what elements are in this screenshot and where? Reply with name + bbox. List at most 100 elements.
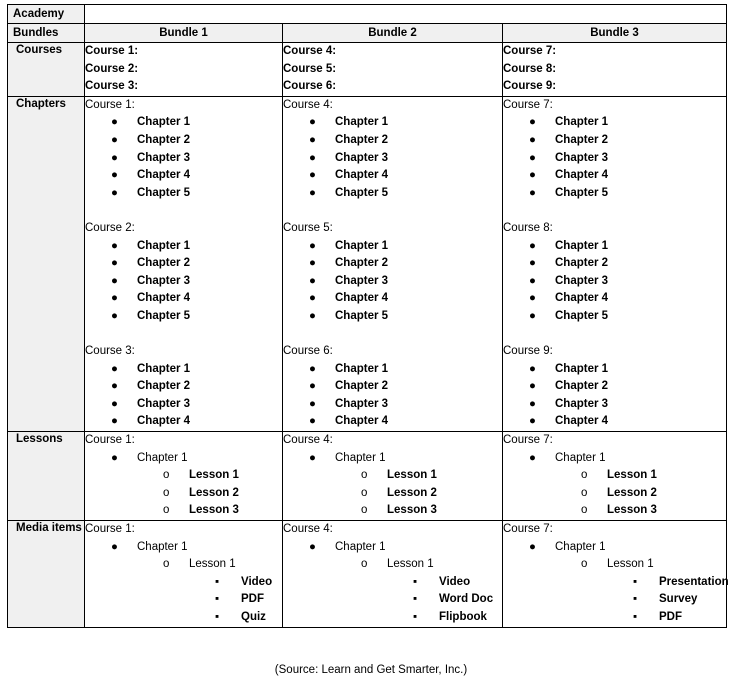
bullet-square-icon: ▪ bbox=[215, 575, 220, 588]
media-item: ▪ Survey bbox=[503, 591, 726, 609]
chapter-item-text: Chapter 5 bbox=[137, 186, 191, 199]
bullet-disc-icon: ● bbox=[309, 362, 316, 375]
course-item-text: Course 7: bbox=[503, 98, 553, 111]
lesson-item: o Lesson 3 bbox=[85, 502, 282, 520]
chapter-item: ● Chapter 1 bbox=[85, 450, 282, 468]
lesson-item-text: Lesson 2 bbox=[607, 486, 657, 499]
course-item: Course 7: bbox=[503, 521, 726, 539]
course-item: Course 4: bbox=[283, 521, 502, 539]
chapter-item: ● Chapter 5 bbox=[503, 308, 726, 326]
chapter-item-text: Chapter 4 bbox=[137, 169, 191, 182]
chapter-item: ● Chapter 3 bbox=[503, 273, 726, 291]
academy-blank-cell bbox=[83, 4, 728, 24]
bullet-disc-icon: ● bbox=[111, 309, 118, 322]
course-item: Course 4: bbox=[283, 43, 502, 61]
bullet-circle-icon: o bbox=[361, 469, 368, 482]
media-item-text: Survey bbox=[659, 593, 698, 606]
bullet-disc-icon: ● bbox=[309, 257, 316, 270]
course-item-text: Course 4: bbox=[283, 434, 333, 447]
media-list-bundle-1: Course 1: ● Chapter 1 o Lesson 1 ▪ Video ▪ PDF ▪ Q… bbox=[85, 521, 282, 627]
chapter-item: ● Chapter 5 bbox=[503, 185, 726, 203]
chapter-item-text: Chapter 5 bbox=[335, 186, 389, 199]
course-item-text: Course 1: bbox=[85, 98, 135, 111]
bullet-square-icon: ▪ bbox=[413, 593, 418, 606]
chapter-item: ● Chapter 1 bbox=[85, 539, 282, 557]
lesson-item-text: Lesson 2 bbox=[387, 486, 437, 499]
chapter-item-text: Chapter 1 bbox=[555, 540, 606, 553]
lesson-item: o Lesson 1 bbox=[85, 556, 282, 574]
chapter-item-text: Chapter 2 bbox=[335, 257, 389, 270]
courses-list-bundle-3: Course 7: Course 8: Course 9: bbox=[503, 43, 726, 96]
academy-structure-table: Academy Bundles Bundle 1 Bundle 2 Bundle… bbox=[7, 4, 729, 628]
chapter-item: ● Chapter 4 bbox=[283, 167, 502, 185]
chapter-item: ● Chapter 4 bbox=[85, 413, 282, 431]
media-item-text: Word Doc bbox=[439, 593, 494, 606]
chapter-item-text: Chapter 4 bbox=[555, 292, 609, 305]
chapter-item: ● Chapter 1 bbox=[283, 450, 502, 468]
course-item-text: Course 8: bbox=[503, 62, 557, 75]
courses-cell-bundle-1: Course 1: Course 2: Course 3: bbox=[84, 42, 283, 97]
chapter-item: ● Chapter 2 bbox=[283, 255, 502, 273]
bullet-disc-icon: ● bbox=[309, 540, 316, 553]
course-item: Course 1: bbox=[85, 432, 282, 450]
course-item: Course 8: bbox=[503, 61, 726, 79]
lesson-item-text: Lesson 1 bbox=[189, 469, 239, 482]
media-item: ▪ Presentation bbox=[503, 574, 729, 592]
lesson-item: o Lesson 2 bbox=[85, 485, 282, 503]
bullet-circle-icon: o bbox=[361, 504, 368, 517]
table-row-chapters: Chapters Course 1: ● Chapter 1 ● Chapter 2 ● C… bbox=[7, 95, 728, 433]
row-label-chapters-cell: Chapters bbox=[7, 95, 85, 433]
bullet-square-icon: ▪ bbox=[215, 611, 220, 623]
bullet-disc-icon: ● bbox=[111, 116, 118, 129]
lesson-item: o Lesson 1 bbox=[503, 467, 726, 485]
course-item-text: Course 4: bbox=[283, 523, 333, 536]
chapter-item-text: Chapter 2 bbox=[335, 133, 389, 146]
course-item: Course 4: bbox=[283, 432, 502, 450]
bullet-disc-icon: ● bbox=[111, 169, 118, 182]
bullet-circle-icon: o bbox=[163, 469, 170, 482]
chapter-item-text: Chapter 2 bbox=[555, 257, 609, 270]
bullet-disc-icon: ● bbox=[309, 292, 316, 305]
row-label-lessons-cell: Lessons bbox=[7, 431, 85, 522]
chapter-item-text: Chapter 1 bbox=[137, 239, 191, 252]
media-item-text: Quiz bbox=[241, 611, 266, 623]
lesson-item: o Lesson 3 bbox=[503, 502, 726, 520]
bullet-square-icon: ▪ bbox=[413, 575, 418, 588]
chapter-item: ● Chapter 2 bbox=[503, 255, 726, 273]
chapter-item: ● Chapter 4 bbox=[503, 290, 726, 308]
chapter-item-text: Chapter 2 bbox=[137, 133, 191, 146]
bundles-label: Bundles bbox=[13, 27, 59, 39]
lesson-item-text: Lesson 1 bbox=[387, 558, 434, 571]
bullet-disc-icon: ● bbox=[529, 133, 536, 146]
row-label-courses: Courses bbox=[16, 44, 63, 56]
chapters-cell-bundle-3: Course 7: ● Chapter 1 ● Chapter 2 ● Chapter 3 ●… bbox=[501, 95, 728, 433]
course-item-text: Course 1: bbox=[85, 45, 139, 57]
course-item: Course 8: bbox=[503, 220, 726, 238]
page-root: Academy Bundles Bundle 1 Bundle 2 Bundle… bbox=[0, 0, 742, 682]
media-item-text: PDF bbox=[241, 593, 264, 606]
bullet-disc-icon: ● bbox=[529, 169, 536, 182]
bullet-disc-icon: ● bbox=[111, 292, 118, 305]
bullet-disc-icon: ● bbox=[309, 415, 316, 428]
bullet-square-icon: ▪ bbox=[413, 611, 418, 623]
media-cell-bundle-2: Course 4: ● Chapter 1 o Lesson 1 ▪ Video ▪ Word … bbox=[282, 520, 503, 628]
course-item-text: Course 7: bbox=[503, 523, 553, 536]
course-item: Course 2: bbox=[85, 220, 282, 238]
media-item: ▪ PDF bbox=[85, 591, 282, 609]
chapter-item-text: Chapter 5 bbox=[555, 309, 609, 322]
chapter-item: ● Chapter 4 bbox=[85, 290, 282, 308]
bullet-square-icon: ▪ bbox=[633, 575, 638, 588]
chapter-item-text: Chapter 1 bbox=[555, 116, 609, 129]
chapter-item-text: Chapter 1 bbox=[137, 451, 188, 464]
chapter-item-text: Chapter 1 bbox=[137, 116, 191, 129]
bullet-disc-icon: ● bbox=[529, 362, 536, 375]
bullet-circle-icon: o bbox=[581, 558, 588, 571]
lesson-item: o Lesson 3 bbox=[283, 502, 502, 520]
chapter-item-text: Chapter 5 bbox=[137, 309, 191, 322]
chapter-item-text: Chapter 5 bbox=[335, 309, 389, 322]
media-cell-bundle-3: Course 7: ● Chapter 1 o Lesson 1 ▪ Presentatio… bbox=[501, 520, 729, 628]
column-header-bundle-1: Bundle 1 bbox=[84, 23, 283, 43]
lesson-item-text: Lesson 1 bbox=[607, 469, 657, 482]
courses-cell-bundle-2: Course 4: Course 5: Course 6: bbox=[282, 42, 503, 97]
